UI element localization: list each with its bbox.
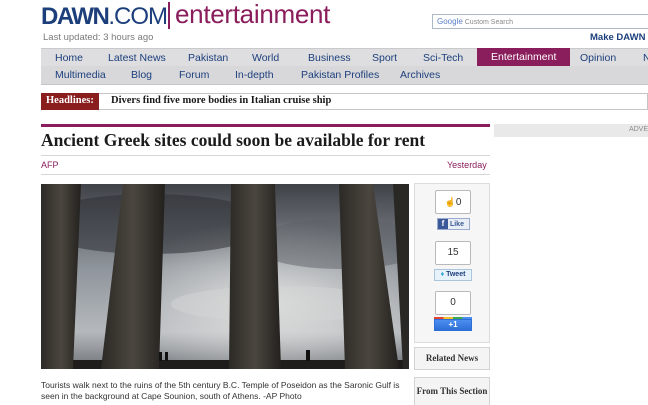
advertisement-label: ADVE	[628, 126, 648, 133]
nav-blog[interactable]: Blog	[131, 69, 152, 81]
nav-more[interactable]: N	[643, 52, 648, 64]
facebook-icon: f	[438, 219, 448, 229]
nav-pakistan-profiles[interactable]: Pakistan Profiles	[301, 69, 379, 81]
section-title: entertainment	[175, 0, 331, 29]
advertisement-bar: ADVE	[494, 124, 648, 137]
google-label: Google	[437, 17, 463, 26]
nav-home[interactable]: Home	[55, 52, 83, 64]
tweet-button[interactable]: ♦ Tweet	[434, 269, 472, 281]
article-date: Yesterday	[447, 160, 487, 170]
search-placeholder: Custom Search	[464, 19, 513, 26]
headline-link[interactable]: Divers find five more bodies in Italian …	[111, 95, 331, 106]
meta-divider-bottom	[41, 174, 490, 175]
nav-forum[interactable]: Forum	[179, 69, 209, 81]
share-panel: ☝0 f Like 15 ♦ Tweet 0 +1	[414, 183, 490, 343]
twitter-bird-icon: ♦	[440, 271, 445, 278]
from-this-section-tab[interactable]: From This Section	[414, 377, 490, 405]
nav-world[interactable]: World	[252, 52, 279, 64]
nav-pakistan[interactable]: Pakistan	[188, 52, 228, 64]
make-homepage-link[interactable]: Make DAWN y	[590, 32, 648, 43]
google-plus-one-button[interactable]: +1	[434, 319, 472, 331]
tweet-count: 15	[435, 241, 471, 265]
site-header: DAWN.COM entertainment Last updated: 3 h…	[0, 0, 648, 48]
thumbs-up-icon: ☝	[444, 197, 456, 207]
plus-one-count: 0	[435, 291, 471, 315]
nav-sport[interactable]: Sport	[372, 52, 397, 64]
search-input[interactable]: Google Custom Search	[432, 14, 648, 29]
headlines-ticker: Headlines: Divers find five more bodies …	[41, 93, 648, 110]
nav-latest-news[interactable]: Latest News	[108, 52, 166, 64]
logo-divider	[168, 2, 170, 29]
primary-nav: Home Latest News Pakistan World Business…	[41, 48, 648, 67]
last-updated-text: Last updated: 3 hours ago	[43, 32, 154, 43]
secondary-nav: Multimedia Blog Forum In-depth Pakistan …	[41, 66, 648, 85]
headlines-label: Headlines:	[41, 93, 99, 110]
nav-archives[interactable]: Archives	[400, 69, 440, 81]
temple-columns-image	[41, 184, 409, 369]
article-photo	[41, 184, 409, 369]
meta-divider	[41, 155, 490, 156]
dawn-logo[interactable]: DAWN.COM	[41, 3, 168, 31]
nav-entertainment[interactable]: Entertainment	[477, 48, 571, 67]
article-source[interactable]: AFP	[41, 160, 59, 170]
nav-opinion[interactable]: Opinion	[580, 52, 616, 64]
nav-multimedia[interactable]: Multimedia	[55, 69, 106, 81]
article-title: Ancient Greek sites could soon be availa…	[41, 130, 426, 150]
facebook-count: ☝0	[435, 190, 471, 214]
nav-business[interactable]: Business	[308, 52, 351, 64]
article-top-rule	[41, 124, 490, 127]
nav-in-depth[interactable]: In-depth	[235, 69, 274, 81]
related-news-tab[interactable]: Related News	[414, 347, 490, 370]
nav-sci-tech[interactable]: Sci-Tech	[423, 52, 463, 64]
facebook-like-button[interactable]: f Like	[437, 218, 470, 230]
photo-caption: Tourists walk next to the ruins of the 5…	[41, 380, 400, 401]
